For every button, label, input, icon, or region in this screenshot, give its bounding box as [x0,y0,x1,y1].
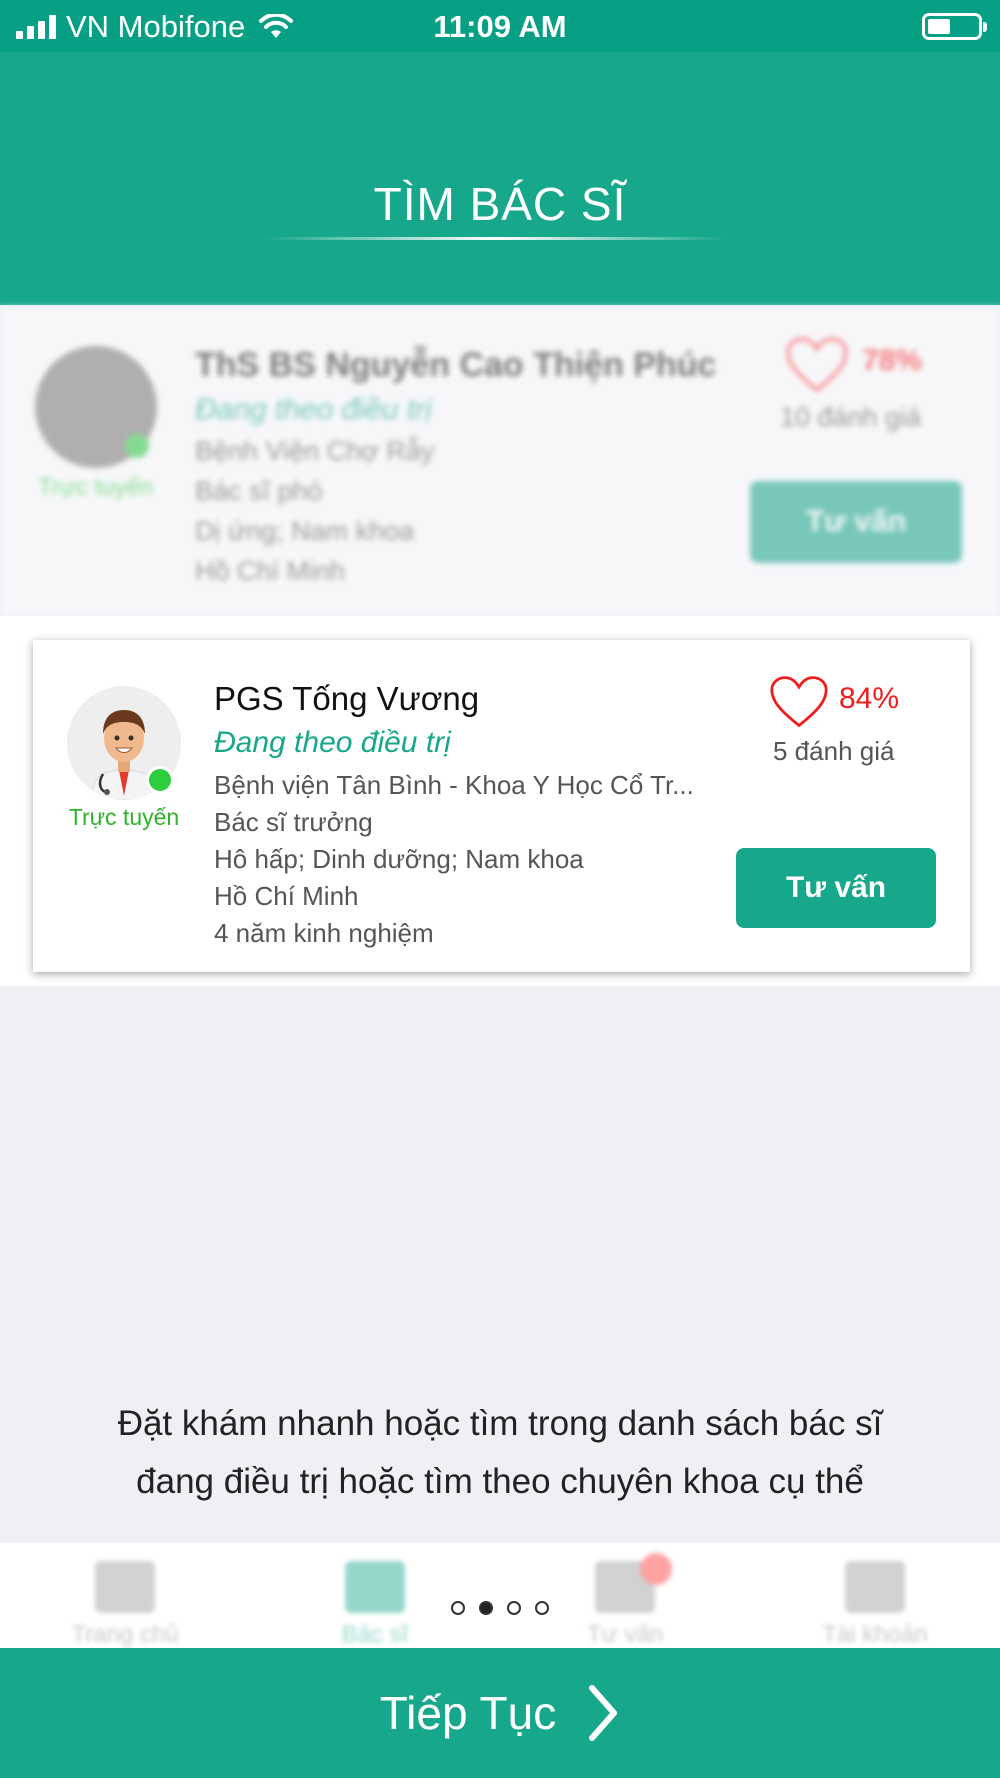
onboarding-description: Đặt khám nhanh hoặc tìm trong danh sách … [50,1395,950,1511]
treatment-status: Đang theo điều trị [195,393,432,426]
rating-percent: 84% [839,682,900,715]
page-dot[interactable] [451,1601,465,1615]
tab-label: Tài khoản [822,1621,928,1648]
tab-bar-items: Trang chủ Bác sĩ Tư vấn Tài khoản [0,1543,1000,1648]
title-underline [265,237,725,240]
rating-percent: 78% [862,344,923,377]
battery-icon [922,13,987,40]
doctor-specialties: Dị ứng; Nam khoa [195,516,415,546]
doctor-name: ThS BS Nguyễn Cao Thiện Phúc [195,346,717,384]
heart-icon [786,337,848,392]
review-count: 5 đánh giá [773,736,895,766]
review-count: 10 đánh giá [780,402,922,432]
page-dot-active[interactable] [479,1601,493,1615]
heart-icon[interactable] [769,674,829,730]
doctor-name: PGS Tống Vương [214,680,480,717]
description-line-1: Đặt khám nhanh hoặc tìm trong danh sách … [117,1404,883,1443]
consult-button[interactable]: Tư vấn [736,848,936,928]
doctor-city: Hồ Chí Minh [214,881,359,911]
doctor-city: Hồ Chí Minh [195,556,346,586]
page-title: TÌM BÁC SĨ [373,178,627,230]
continue-button[interactable]: Tiếp Tục [0,1648,1000,1778]
doctor-position: Bác sĩ phó [195,476,323,506]
status-bar: VN Mobifone 11:09 AM [0,0,1000,52]
online-indicator [146,766,174,794]
doctor-position: Bác sĩ trưởng [214,807,373,837]
treatment-status: Đang theo điều trị [214,726,451,759]
online-label: Trực tuyến [38,474,154,501]
tab-bar: Trang chủ Bác sĩ Tư vấn Tài khoản [0,1543,1000,1648]
description-line-2: đang điều trị hoặc tìm theo chuyên khoa … [136,1462,864,1501]
chevron-right-icon [589,1685,618,1741]
doctor-card[interactable]: Trực tuyến PGS Tống Vương Đang theo điều… [33,640,970,972]
doctor-hospital: Bệnh viện Tân Bình - Khoa Y Học Cổ Tr... [214,770,694,800]
notification-badge [640,1553,672,1585]
doctor-experience: 4 năm kinh nghiệm [214,918,434,948]
doctor-hospital: Bệnh Viện Chợ Rẫy [195,436,435,466]
page-dot[interactable] [535,1601,549,1615]
page-header: TÌM BÁC SĨ [0,52,1000,305]
online-indicator [125,434,149,458]
clock: 11:09 AM [433,9,567,44]
page-indicator [0,1601,1000,1615]
consult-button: Tư vấn [750,481,962,563]
doctor-specialties: Hô hấp; Dinh dưỡng; Nam khoa [214,844,584,874]
tab-label: Tư vấn [586,1621,664,1648]
background-doctor-card: Trực tuyến ThS BS Nguyễn Cao Thiện Phúc … [0,306,1000,616]
tab-label: Bác sĩ [341,1621,409,1648]
page-dot[interactable] [507,1601,521,1615]
online-label: Trực tuyến [68,804,180,830]
tab-label: Trang chủ [71,1621,179,1648]
continue-label: Tiếp Tục [379,1687,557,1739]
